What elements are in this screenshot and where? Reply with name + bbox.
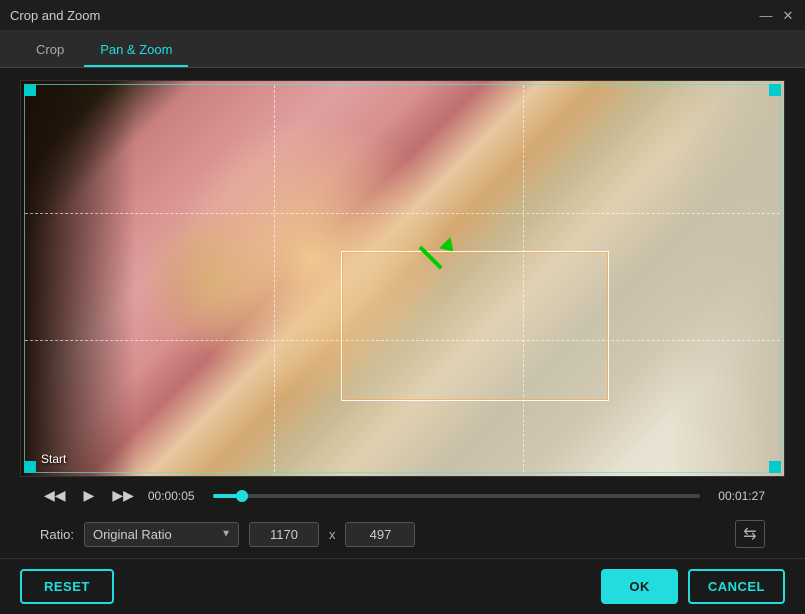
current-time: 00:00:05: [148, 489, 203, 503]
dimension-separator: x: [329, 527, 336, 542]
ratio-select-wrapper: Original Ratio 16:9 4:3 1:1 9:16 Custom: [84, 522, 239, 547]
cancel-button[interactable]: CANCEL: [688, 569, 785, 604]
play-button[interactable]: ▶: [80, 485, 99, 506]
ratio-label: Ratio:: [40, 527, 74, 542]
tab-pan-zoom[interactable]: Pan & Zoom: [84, 34, 188, 67]
width-input[interactable]: [249, 522, 319, 547]
total-time: 00:01:27: [710, 489, 765, 503]
seek-bar[interactable]: [213, 494, 700, 498]
step-back-button[interactable]: ◀◀: [40, 485, 70, 506]
ratio-select[interactable]: Original Ratio 16:9 4:3 1:1 9:16 Custom: [84, 522, 239, 547]
ratio-bar: Ratio: Original Ratio 16:9 4:3 1:1 9:16 …: [20, 514, 785, 558]
main-content: Start ◀◀ ▶ ▶▶ 00:00:05 00:01:27 Ratio: O…: [0, 68, 805, 558]
ok-button[interactable]: OK: [601, 569, 678, 604]
video-container[interactable]: Start: [20, 80, 785, 477]
tab-crop[interactable]: Crop: [20, 34, 80, 67]
height-input[interactable]: [345, 522, 415, 547]
title-bar: Crop and Zoom — ✕: [0, 0, 805, 30]
step-forward-button[interactable]: ▶▶: [108, 485, 138, 506]
reset-button[interactable]: RESET: [20, 569, 114, 604]
controls-bar: ◀◀ ▶ ▶▶ 00:00:05 00:01:27: [20, 477, 785, 514]
swap-dimensions-button[interactable]: ⇆: [735, 520, 765, 548]
seek-thumb[interactable]: [236, 490, 248, 502]
footer-right: OK CANCEL: [601, 569, 785, 604]
window-title: Crop and Zoom: [10, 8, 100, 23]
footer: RESET OK CANCEL: [0, 558, 805, 614]
title-bar-controls: — ✕: [759, 8, 795, 22]
video-background: Start: [21, 81, 784, 476]
video-scene: [21, 81, 784, 476]
close-button[interactable]: ✕: [781, 8, 795, 22]
minimize-button[interactable]: —: [759, 8, 773, 22]
tab-bar: Crop Pan & Zoom: [0, 30, 805, 68]
